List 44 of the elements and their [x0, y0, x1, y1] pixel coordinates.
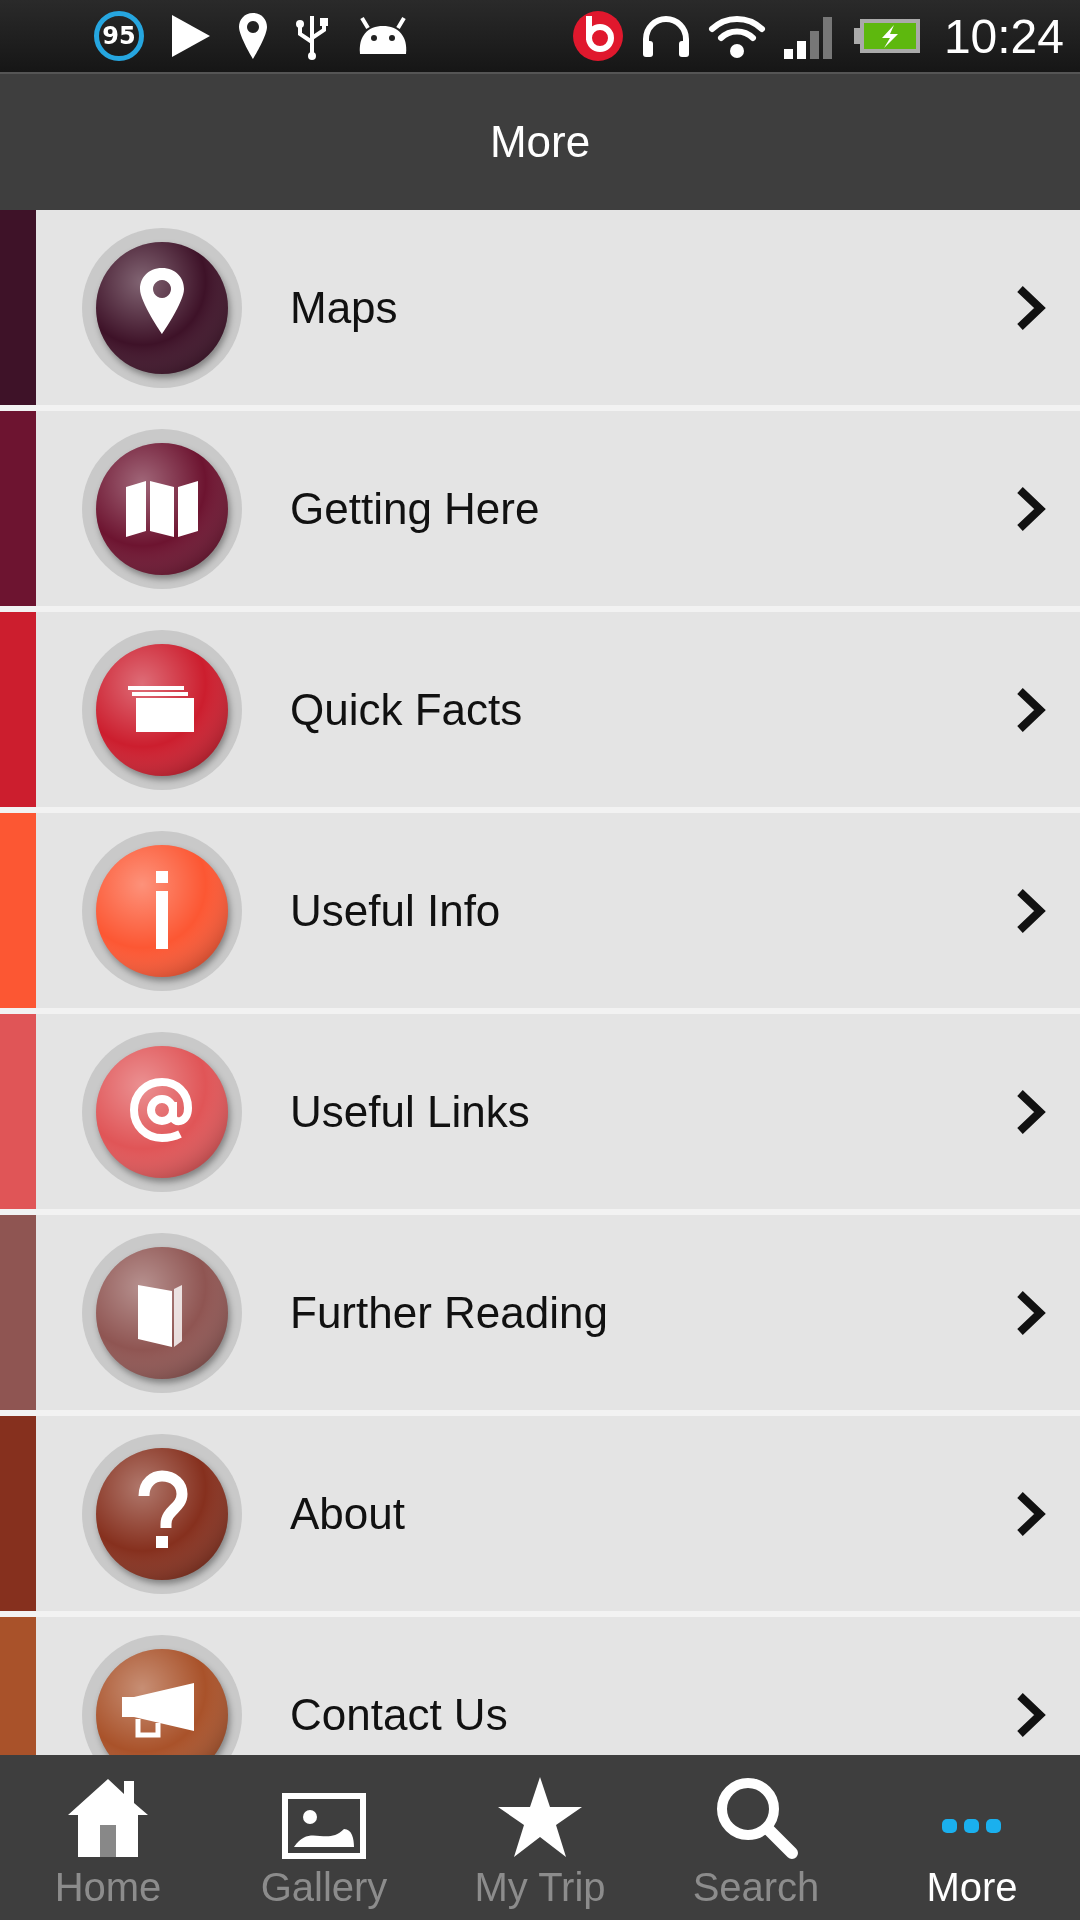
menu-label: Contact Us [290, 1689, 509, 1740]
battery-icon [853, 16, 922, 56]
chevron-right-icon [1016, 887, 1046, 934]
menu-row[interactable]: Useful Links [0, 1014, 1080, 1209]
chevron-right-icon [1016, 1289, 1046, 1336]
menu-label: About [290, 1488, 406, 1539]
more-dots-icon [941, 1817, 1003, 1835]
menu-row[interactable]: About [0, 1416, 1080, 1611]
battery-percent-badge: 95 [94, 11, 144, 61]
menu-label: Maps [290, 282, 399, 333]
image-icon [282, 1793, 366, 1859]
book-icon [94, 1244, 230, 1381]
chevron-right-icon [1016, 284, 1046, 331]
chevron-right-icon [1016, 485, 1046, 532]
menu-row[interactable]: Quick Facts [0, 612, 1080, 807]
menu-label: Getting Here [290, 483, 541, 534]
info-icon [94, 842, 230, 979]
search-icon [714, 1775, 798, 1859]
clock: 10:24 [943, 8, 1064, 64]
document-stack-icon [94, 641, 230, 778]
chevron-right-icon [1016, 1691, 1046, 1738]
menu-label: Useful Info [290, 885, 502, 936]
chevron-right-icon [1016, 1490, 1046, 1537]
location-pin-icon [94, 239, 230, 376]
at-sign-icon [94, 1043, 230, 1180]
tab[interactable]: More [864, 1755, 1080, 1920]
wifi-icon [707, 13, 766, 59]
play-icon [170, 13, 212, 59]
beats-logo-icon [571, 10, 624, 62]
chevron-right-icon [1016, 1088, 1046, 1135]
screen-title: More [489, 117, 591, 167]
question-mark-icon [94, 1445, 230, 1582]
menu-row[interactable]: Useful Info [0, 813, 1080, 1008]
menu-row[interactable]: Getting Here [0, 411, 1080, 606]
menu-row[interactable]: Contact Us [0, 1617, 1080, 1755]
chevron-right-icon [1016, 686, 1046, 733]
menu-row[interactable]: Further Reading [0, 1215, 1080, 1410]
menu-label: Useful Links [290, 1086, 531, 1137]
menu-label: Further Reading [290, 1287, 609, 1338]
location-pin-icon [238, 12, 268, 60]
map-icon [94, 440, 230, 577]
menu-label: Quick Facts [290, 684, 524, 735]
menu-row[interactable]: Maps [0, 210, 1080, 405]
star-icon [498, 1775, 582, 1859]
